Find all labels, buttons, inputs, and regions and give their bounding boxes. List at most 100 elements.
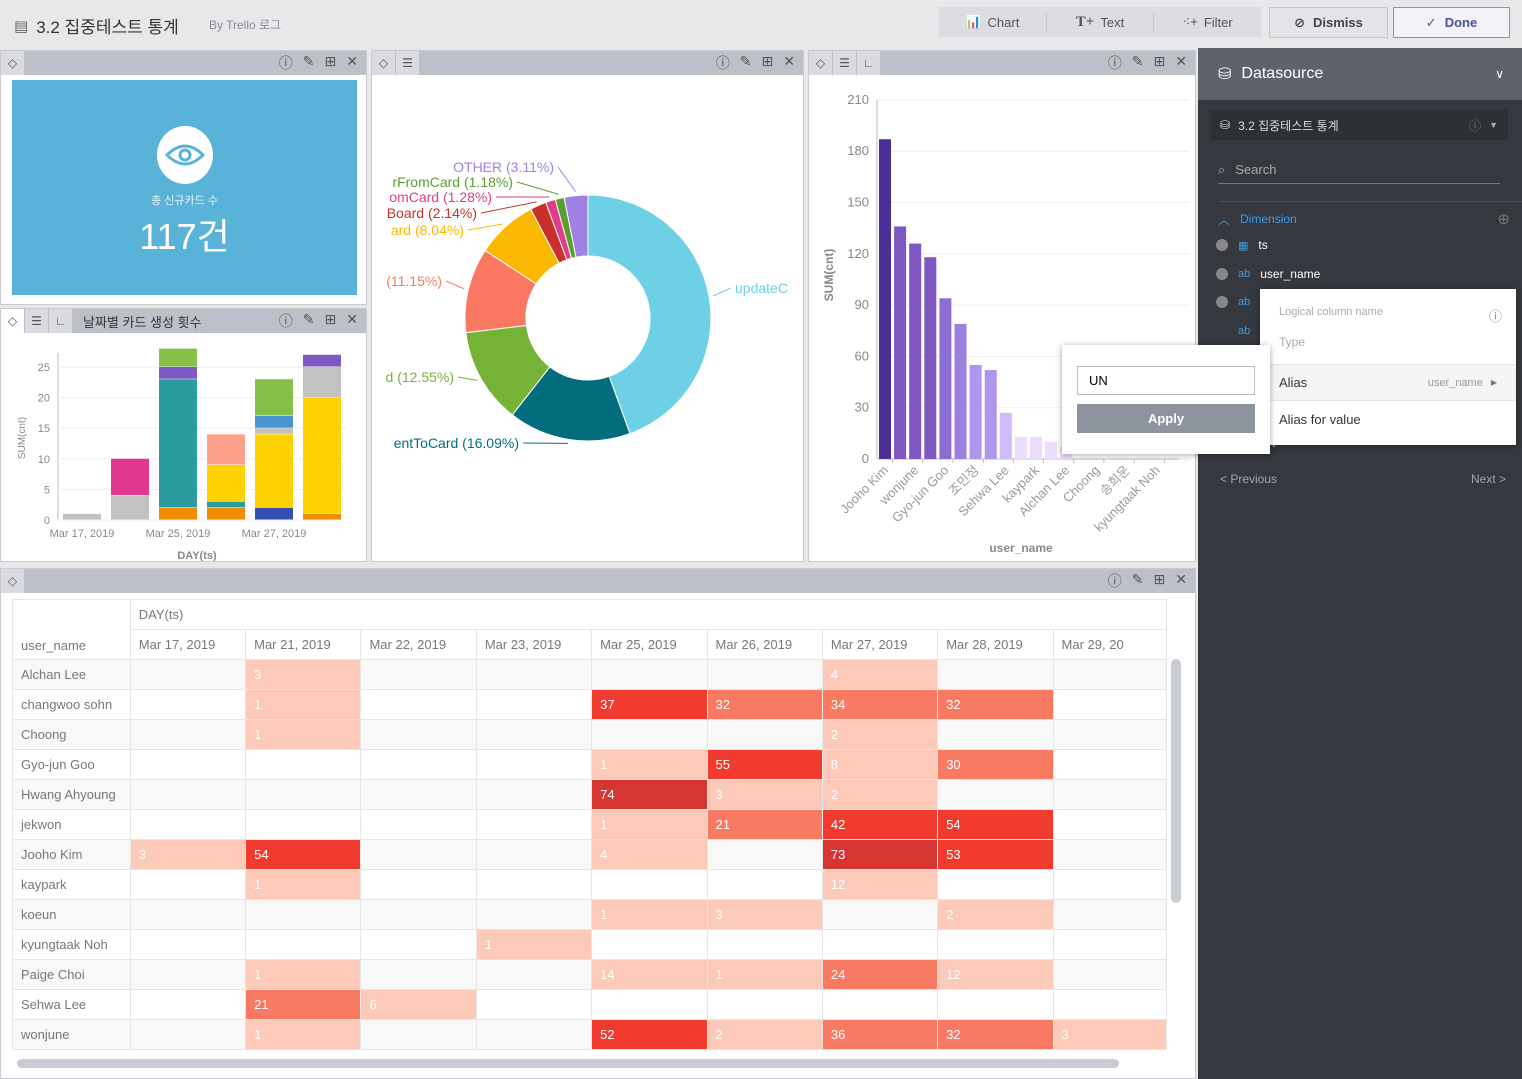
table-cell: 1 [706,959,823,990]
column-header[interactable]: Mar 26, 2019 [706,629,823,660]
add-chart-button[interactable]: 📊 Chart [939,13,1047,31]
duplicate-icon[interactable]: ⊞ [325,311,337,331]
close-icon[interactable]: ✕ [1175,53,1187,73]
close-icon[interactable]: ✕ [346,53,358,73]
list-icon[interactable]: ☰ [25,309,49,333]
alias-for-value-item[interactable]: Alias for value [1279,412,1361,427]
tag-icon[interactable]: ◇ [1,309,25,333]
edit-icon[interactable]: ✎ [740,53,752,73]
datasource-header[interactable]: ⛁ Datasource ∨ [1198,48,1522,100]
add-icon[interactable]: ⊕ [1497,210,1510,228]
column-header[interactable]: Mar 23, 2019 [475,629,593,660]
field-item[interactable]: ▦ ts [1216,238,1268,252]
column-header[interactable]: Mar 22, 2019 [360,629,477,660]
table-cell [1052,839,1167,870]
duplicate-icon[interactable]: ⊞ [325,53,337,73]
tag-icon[interactable]: ◇ [1,569,25,593]
search-input[interactable]: ⌕ Search [1218,156,1500,184]
datasource-panel: ⛁ Datasource ∨ ⛁ 3.2 집중테스트 통계 ⓘ ▼ ⌕ Search ︿ Di… [1198,48,1522,1079]
column-header[interactable]: Mar 28, 2019 [937,629,1054,660]
bar [924,257,937,459]
caret-down-icon: ▼ [1489,120,1498,130]
table-cell [129,659,247,690]
edit-icon[interactable]: ✎ [303,53,315,73]
axis-icon[interactable]: ∟ [49,309,73,333]
horizontal-scrollbar[interactable] [17,1059,1119,1068]
table-cell [360,719,477,750]
column-header[interactable]: Mar 29, 20 [1052,629,1167,660]
duplicate-icon[interactable]: ⊞ [1154,571,1166,591]
table-cell [937,779,1054,810]
info-icon[interactable]: ⓘ [1108,53,1122,73]
info-icon[interactable]: ⓘ [716,53,730,73]
table-cell: 54 [245,839,362,870]
info-icon[interactable]: ⓘ [1469,117,1481,134]
duplicate-icon[interactable]: ⊞ [1154,53,1166,73]
table-cell: 52 [591,1019,708,1050]
table-cell [360,929,477,960]
y-tick-label: 150 [847,195,869,210]
x-tick-label: Mar 17, 2019 [50,528,115,540]
add-filter-button[interactable]: ⁖+ Filter [1154,13,1261,31]
label-leader [712,287,732,297]
close-icon[interactable]: ✕ [783,53,795,73]
duplicate-icon[interactable]: ⊞ [762,53,774,73]
column-header[interactable]: Mar 25, 2019 [591,629,708,660]
alias-item[interactable]: Alias user_name ▶ [1260,364,1516,401]
vertical-scrollbar[interactable] [1171,659,1181,903]
label-leader [467,223,503,231]
type-item[interactable]: Type [1279,335,1305,349]
label-leader [557,166,577,192]
edit-icon[interactable]: ✎ [303,311,315,331]
close-icon[interactable]: ✕ [1175,571,1187,591]
bar-segment [111,495,149,520]
previous-button[interactable]: < Previous [1220,472,1277,486]
dimension-section[interactable]: ︿ Dimension ⊕ [1218,210,1510,228]
logical-column-name-item[interactable]: Logical column name [1279,306,1383,318]
column-header[interactable]: Mar 21, 2019 [245,629,362,660]
table-row: koeun 1 3 2 [12,899,1167,930]
y-tick-label: 120 [847,246,869,261]
close-icon[interactable]: ✕ [346,311,358,331]
table-cell: 2 [706,1019,823,1050]
edit-icon[interactable]: ✎ [1132,571,1144,591]
row-label: koeun [12,899,131,930]
tag-icon[interactable]: ◇ [1,51,25,75]
table-cell: 54 [937,809,1054,840]
edit-icon[interactable]: ✎ [1132,53,1144,73]
table-cell: 74 [591,779,708,810]
alias-input[interactable] [1077,366,1255,395]
list-icon[interactable]: ☰ [396,51,420,75]
table-cell: 36 [821,1019,939,1050]
tag-icon[interactable]: ◇ [372,51,396,75]
tag-icon[interactable]: ◇ [809,51,833,75]
datasource-select[interactable]: ⛁ 3.2 집중테스트 통계 ⓘ ▼ [1210,110,1508,140]
apply-button[interactable]: Apply [1077,404,1255,433]
info-icon[interactable]: ⓘ [1489,306,1502,325]
field-item[interactable]: ab user_name [1216,267,1320,281]
field-item[interactable]: ab [1216,325,1260,337]
info-icon[interactable]: ⓘ [279,311,293,331]
table-cell [475,659,593,690]
bar-segment [207,464,245,502]
column-header[interactable]: Mar 27, 2019 [821,629,939,660]
table-cell [1052,929,1167,960]
table-cell [937,719,1054,750]
info-icon[interactable]: ⓘ [279,53,293,73]
column-header[interactable]: Mar 17, 2019 [129,629,247,660]
table-row: Choong 1 2 [12,719,1167,750]
table-cell: 32 [706,689,823,720]
info-icon[interactable]: ⓘ [1108,571,1122,591]
done-button[interactable]: ✓ Done [1393,7,1510,38]
axis-icon[interactable]: ∟ [857,51,881,75]
add-text-button[interactable]: T+ Text [1047,13,1155,31]
field-item[interactable]: ab [1216,296,1260,308]
table-cell: 32 [937,689,1054,720]
table-cell [591,989,708,1020]
next-button[interactable]: Next > [1471,472,1506,486]
dismiss-button[interactable]: ⊘ Dismiss [1269,7,1388,38]
list-icon[interactable]: ☰ [833,51,857,75]
y-tick-label: 0 [862,451,869,466]
table-cell [129,779,247,810]
row-label: Sehwa Lee [12,989,131,1020]
